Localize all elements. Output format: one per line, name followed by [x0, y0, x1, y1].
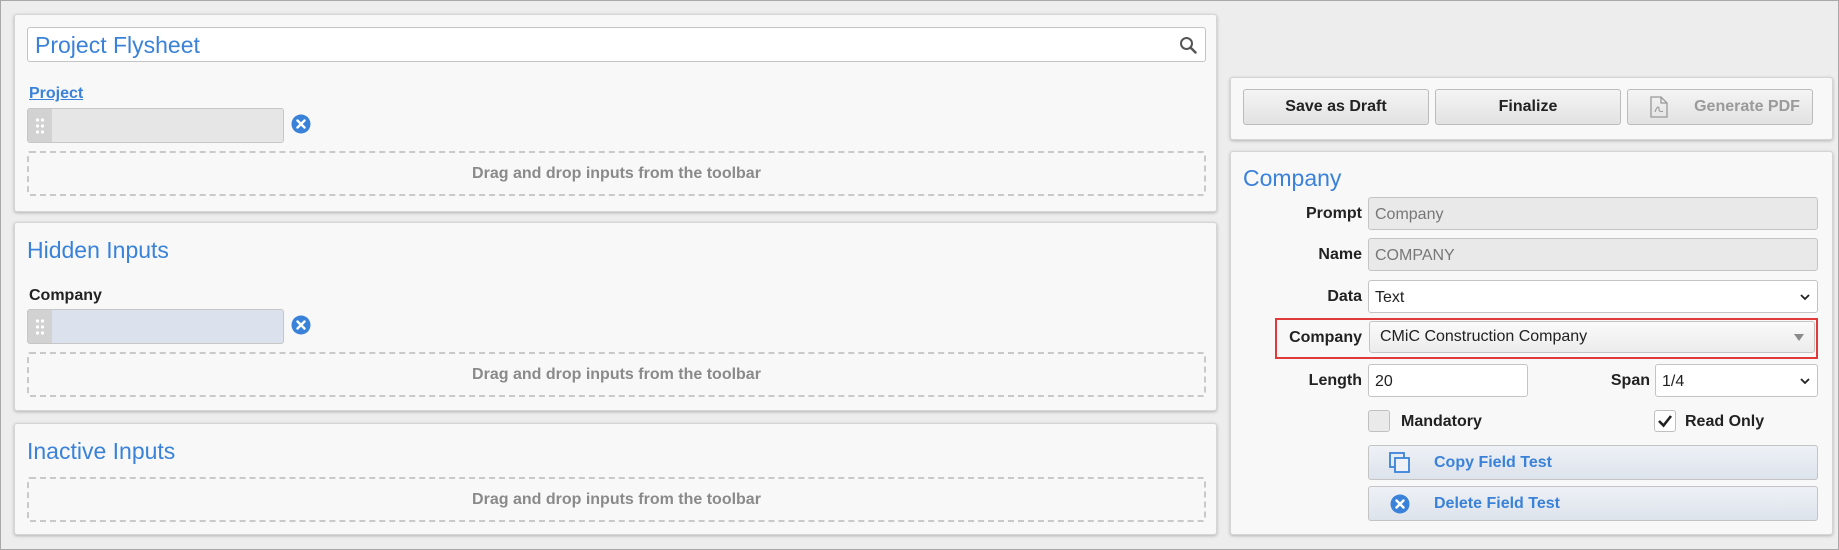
hidden-inputs-panel: Hidden Inputs Company Drag and drop inpu… — [14, 222, 1217, 411]
finalize-button[interactable]: Finalize — [1435, 89, 1621, 125]
chevron-down-icon — [1800, 378, 1810, 385]
form-header-panel: Project Flysheet Project Drag and drop i… — [14, 14, 1217, 212]
dropzone-hint: Drag and drop inputs from the toolbar — [472, 365, 761, 383]
data-type-label: Data — [1327, 288, 1362, 305]
remove-project-field-icon[interactable] — [291, 114, 311, 134]
remove-company-field-icon[interactable] — [291, 315, 311, 335]
span-select[interactable]: 1/4 — [1655, 364, 1818, 397]
toolbar-panel: Save as Draft Finalize Generate PDF — [1230, 77, 1833, 140]
delete-circle-icon — [1390, 494, 1410, 514]
dropzone-hint: Drag and drop inputs from the toolbar — [472, 490, 761, 508]
length-field[interactable]: 20 — [1368, 364, 1528, 397]
inactive-inputs-panel: Inactive Inputs Drag and drop inputs fro… — [14, 423, 1217, 535]
save-draft-button[interactable]: Save as Draft — [1243, 89, 1429, 125]
generate-pdf-label: Generate PDF — [1694, 98, 1800, 115]
data-type-select[interactable]: Text — [1368, 280, 1818, 313]
drag-handle-icon[interactable] — [28, 109, 52, 142]
name-label: Name — [1318, 246, 1362, 263]
search-icon[interactable] — [1179, 36, 1197, 54]
prompt-field[interactable]: Company — [1368, 197, 1818, 230]
inactive-inputs-dropzone[interactable]: Drag and drop inputs from the toolbar — [27, 477, 1206, 522]
generate-pdf-button[interactable]: Generate PDF — [1627, 89, 1813, 125]
highlight-box — [1275, 318, 1818, 359]
company-field-input[interactable] — [27, 309, 284, 344]
mandatory-label: Mandatory — [1401, 413, 1482, 430]
read-only-checkbox[interactable] — [1654, 410, 1676, 432]
properties-heading: Company — [1243, 165, 1342, 191]
span-value: 1/4 — [1662, 373, 1685, 390]
read-only-label: Read Only — [1685, 413, 1765, 430]
copy-field-button[interactable]: Copy Field Test — [1368, 445, 1818, 480]
form-title-input[interactable]: Project Flysheet — [27, 27, 1206, 62]
project-field-label[interactable]: Project — [29, 85, 83, 103]
company-field-label[interactable]: Company — [29, 287, 102, 305]
copy-icon — [1389, 452, 1410, 473]
project-field-input[interactable] — [27, 108, 284, 143]
copy-field-label: Copy Field Test — [1434, 454, 1552, 471]
chevron-down-icon — [1800, 294, 1810, 301]
checkmark-icon — [1658, 415, 1673, 428]
prompt-label: Prompt — [1306, 205, 1362, 222]
inactive-inputs-heading: Inactive Inputs — [27, 438, 176, 464]
data-type-value: Text — [1375, 289, 1405, 306]
drag-handle-icon[interactable] — [28, 310, 52, 343]
hidden-inputs-dropzone[interactable]: Drag and drop inputs from the toolbar — [27, 352, 1206, 397]
mandatory-checkbox[interactable] — [1368, 410, 1390, 432]
form-header-dropzone[interactable]: Drag and drop inputs from the toolbar — [27, 151, 1206, 196]
delete-field-label: Delete Field Test — [1434, 495, 1560, 512]
pdf-file-icon — [1650, 96, 1668, 118]
name-field[interactable]: COMPANY — [1368, 238, 1818, 271]
hidden-inputs-heading: Hidden Inputs — [27, 237, 169, 263]
finalize-label: Finalize — [1498, 98, 1558, 115]
save-draft-label: Save as Draft — [1285, 98, 1387, 115]
form-title: Project Flysheet — [35, 32, 200, 58]
delete-field-button[interactable]: Delete Field Test — [1368, 486, 1818, 521]
span-label: Span — [1610, 372, 1650, 389]
dropzone-hint: Drag and drop inputs from the toolbar — [472, 164, 761, 182]
length-label: Length — [1308, 372, 1362, 389]
